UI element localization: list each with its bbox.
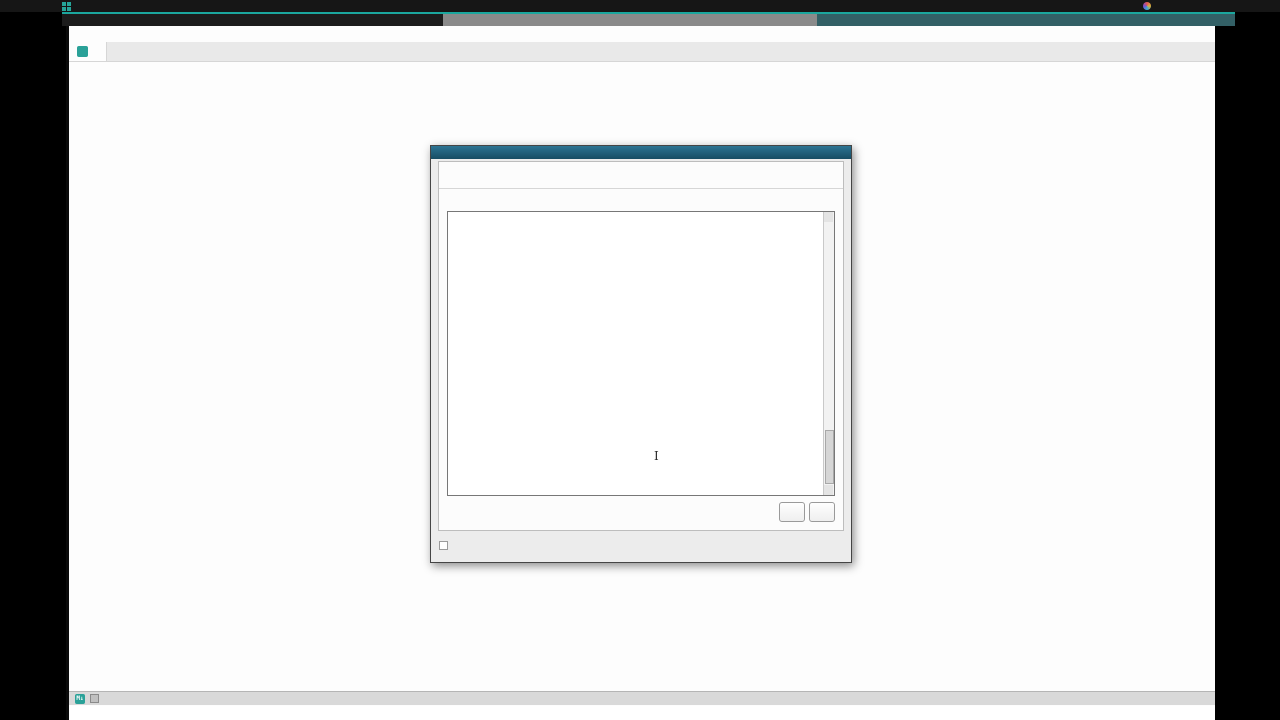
- paste-button[interactable]: [809, 502, 835, 522]
- cli-terminal[interactable]: [447, 211, 835, 496]
- emacs-modeline: M↓: [69, 691, 1215, 705]
- packet-tracer-titlebar[interactable]: [431, 146, 851, 159]
- emacs-tab-bar: [69, 42, 1215, 62]
- cli-hint-row: [439, 496, 843, 522]
- tab-readme[interactable]: [69, 42, 107, 61]
- copy-button[interactable]: [779, 502, 805, 522]
- scroll-down-arrow[interactable]: [824, 485, 833, 495]
- cli-panel-title: [439, 189, 843, 211]
- workspaces-icon: [62, 1, 71, 11]
- terminal-scrollbar[interactable]: [823, 212, 834, 495]
- window-tab-konsole[interactable]: [62, 14, 443, 26]
- emacs-menu-bar: [69, 26, 1215, 42]
- window-tab-packet-tracer[interactable]: [817, 14, 1235, 26]
- packet-tracer-tabs: [439, 162, 843, 189]
- modeline-markdown-icon: M↓: [75, 693, 85, 704]
- top-checkbox-row: [439, 541, 454, 550]
- mouse-ibeam-cursor: I: [654, 449, 659, 463]
- top-checkbox[interactable]: [439, 541, 448, 550]
- echo-area: [69, 706, 1215, 720]
- packet-tracer-window: [430, 145, 852, 563]
- scrollbar-thumb[interactable]: [825, 430, 834, 484]
- top-status-bar: [0, 0, 1280, 12]
- status-segments: [1073, 2, 1280, 10]
- window-tab-emacs[interactable]: [443, 14, 817, 26]
- scroll-up-arrow[interactable]: [824, 212, 833, 222]
- workspace-area: [62, 1, 81, 11]
- markdown-icon: [77, 46, 88, 57]
- packet-tracer-panel: [438, 161, 844, 531]
- save-icon: [90, 694, 99, 703]
- palette-tray-icon[interactable]: [1143, 2, 1151, 10]
